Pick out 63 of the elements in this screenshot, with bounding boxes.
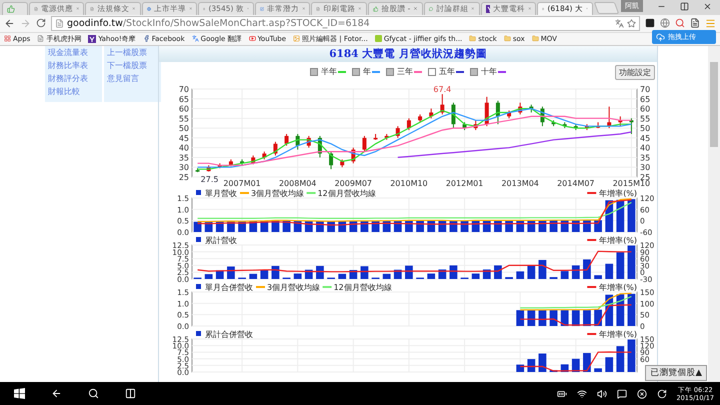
axis-label: 2009M07	[334, 178, 372, 188]
chart-title: 6184 大豐電 月營收狀況趨勢圖	[159, 46, 657, 62]
average-toggle[interactable]: 五年	[428, 66, 464, 78]
legend-item: 單月營收	[196, 188, 237, 198]
average-toggle[interactable]: 年	[352, 66, 380, 78]
axis-label: 2007M01	[223, 178, 261, 188]
axis-label: 2008M04	[278, 178, 316, 188]
legend-label: 年增率(%)	[599, 330, 638, 339]
axis-label: 2014M07	[557, 178, 595, 188]
legend-label: 3個月營收均線	[267, 282, 320, 292]
axis-label: 60	[178, 104, 189, 114]
legend-item: 年增率(%)	[587, 330, 638, 339]
settings-button[interactable]: 功能設定	[615, 64, 655, 80]
legend-item: 年增率(%)	[587, 282, 638, 292]
axis-label: 70	[178, 84, 189, 94]
legend-label: 3個月營收均線	[251, 188, 304, 198]
url-text: goodinfo.tw/StockInfo/ShowSaleMonChart.asp?STOCK_ID=6184	[67, 18, 370, 29]
legend-label: 累計合併營收	[205, 330, 253, 339]
legend-label: 累計營收	[205, 236, 237, 245]
axis-label: 2010M10	[390, 178, 428, 188]
axis-label: 30	[640, 163, 650, 172]
value-label: 67.4	[433, 84, 452, 94]
legend-label: 12個月營收均線	[318, 188, 376, 198]
legend-item: 3個月營收均線	[240, 188, 304, 198]
axis-label: 40	[178, 143, 189, 152]
average-toggle[interactable]: 半年	[310, 66, 346, 78]
axis-label: 65	[640, 94, 650, 104]
legend-label: 年增率(%)	[599, 282, 638, 292]
legend-item: 12個月營收均線	[306, 188, 376, 198]
average-toggle[interactable]: 十年	[470, 66, 506, 78]
axis-label: 55	[178, 114, 189, 124]
legend-item: 單月合併營收	[196, 282, 253, 292]
axis-label: 70	[640, 84, 650, 94]
nav-link[interactable]: 財報比較	[48, 84, 80, 98]
legend-label: 年增率(%)	[599, 236, 638, 245]
axis-label: 30	[178, 163, 189, 172]
axis-label: 60	[640, 104, 650, 114]
axis-label: 50	[178, 124, 189, 133]
axis-label: 35	[178, 153, 189, 162]
axis-label: 25	[178, 172, 189, 182]
legend-label: 單月營收	[205, 188, 237, 198]
legend-item: 3個月營收均線	[256, 282, 320, 292]
axis-label: 50	[640, 124, 650, 133]
address-field[interactable]: goodinfo.tw/StockInfo/ShowSaleMonChart.asp?STOCK_ID=6184	[51, 16, 640, 31]
history-button[interactable]: 已瀏覽個股▲	[645, 365, 707, 382]
legend-label: 單月合併營收	[205, 282, 253, 292]
axis-label: 45	[640, 134, 650, 143]
axis-label: 2013M04	[501, 178, 539, 188]
axis-label: 65	[178, 94, 189, 104]
legend-item: 12個月營收均線	[322, 282, 392, 292]
average-toggle[interactable]: 三年	[386, 66, 422, 78]
axis-label: 55	[640, 114, 650, 124]
axis-label: 35	[640, 153, 650, 162]
legend-item: 累計營收	[196, 236, 237, 245]
axis-label: 45	[178, 134, 189, 143]
legend-item: 年增率(%)	[587, 236, 638, 245]
value-label: 27.5	[200, 174, 218, 184]
legend-label: 12個月營收均線	[334, 282, 392, 292]
legend-item: 累計合併營收	[196, 330, 253, 339]
legend-label: 年增率(%)	[599, 188, 638, 198]
axis-label: 2012M01	[446, 178, 484, 188]
axis-label: 40	[640, 143, 650, 152]
legend-item: 年增率(%)	[587, 188, 638, 198]
